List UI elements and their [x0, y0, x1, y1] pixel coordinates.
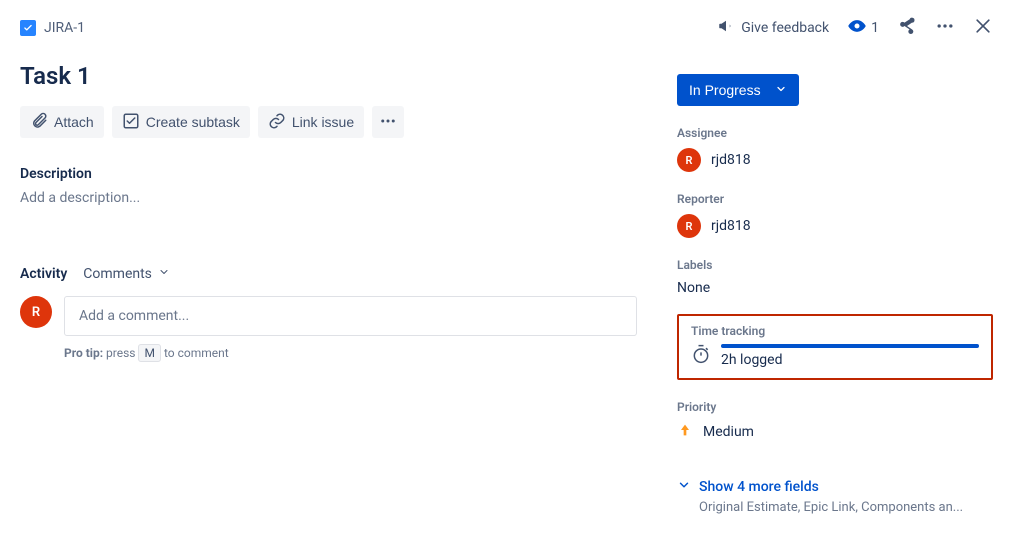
watch-count: 1 — [871, 20, 879, 36]
labels-field[interactable]: Labels None — [677, 258, 993, 296]
time-tracking-bar — [721, 344, 979, 348]
reporter-field[interactable]: Reporter R rjd818 — [677, 192, 993, 238]
priority-label: Priority — [677, 400, 993, 414]
megaphone-icon — [717, 17, 735, 39]
comment-protip: Pro tip: press M to comment — [64, 346, 637, 360]
show-more-fields-button[interactable]: Show 4 more fields — [677, 478, 993, 496]
more-fields-sub: Original Estimate, Epic Link, Components… — [699, 500, 989, 515]
reporter-label: Reporter — [677, 192, 993, 206]
chevron-down-icon — [677, 478, 691, 496]
assignee-label: Assignee — [677, 126, 993, 140]
priority-value: Medium — [703, 424, 754, 440]
time-tracking-field[interactable]: Time tracking 2h logged — [677, 314, 993, 380]
assignee-name: rjd818 — [711, 152, 751, 168]
labels-value: None — [677, 280, 993, 296]
assignee-avatar: R — [677, 148, 701, 172]
create-subtask-button[interactable]: Create subtask — [112, 106, 250, 138]
task-type-icon — [20, 20, 36, 36]
status-button[interactable]: In Progress — [677, 74, 799, 106]
share-button[interactable] — [897, 16, 917, 40]
share-icon — [897, 16, 917, 40]
issue-key: JIRA-1 — [44, 20, 85, 36]
activity-tab-label: Comments — [83, 266, 152, 282]
time-logged-value: 2h logged — [721, 352, 979, 368]
watch-button[interactable]: 1 — [847, 16, 879, 40]
priority-field[interactable]: Priority Medium — [677, 400, 993, 442]
more-content-button[interactable] — [372, 106, 404, 138]
close-button[interactable] — [973, 16, 993, 40]
subtask-icon — [122, 112, 140, 133]
chevron-down-icon — [775, 82, 787, 98]
priority-medium-icon — [677, 422, 693, 442]
more-horizontal-icon — [935, 16, 955, 40]
give-feedback-label: Give feedback — [741, 20, 829, 36]
reporter-name: rjd818 — [711, 218, 751, 234]
breadcrumb[interactable]: JIRA-1 — [20, 20, 637, 36]
chevron-down-icon — [158, 266, 170, 282]
close-icon — [973, 16, 993, 40]
status-label: In Progress — [689, 82, 761, 98]
link-issue-button[interactable]: Link issue — [258, 106, 364, 138]
assignee-field[interactable]: Assignee R rjd818 — [677, 126, 993, 172]
stopwatch-icon — [691, 344, 711, 368]
more-actions-button[interactable] — [935, 16, 955, 40]
current-user-avatar: R — [20, 296, 52, 328]
labels-label: Labels — [677, 258, 993, 272]
link-issue-label: Link issue — [292, 114, 354, 130]
activity-tab-select[interactable]: Comments — [83, 266, 170, 282]
description-field[interactable]: Add a description... — [20, 190, 637, 206]
more-horizontal-icon — [379, 112, 397, 133]
paperclip-icon — [30, 112, 48, 133]
attach-button[interactable]: Attach — [20, 106, 104, 138]
eye-icon — [847, 16, 867, 40]
issue-title[interactable]: Task 1 — [20, 62, 637, 90]
give-feedback-button[interactable]: Give feedback — [717, 17, 829, 39]
attach-label: Attach — [54, 114, 94, 130]
comment-input[interactable]: Add a comment... — [64, 296, 637, 336]
time-tracking-label: Time tracking — [691, 324, 979, 338]
link-icon — [268, 112, 286, 133]
create-subtask-label: Create subtask — [146, 114, 240, 130]
description-label: Description — [20, 166, 637, 182]
show-more-fields-label: Show 4 more fields — [699, 479, 819, 495]
activity-label: Activity — [20, 266, 67, 282]
reporter-avatar: R — [677, 214, 701, 238]
